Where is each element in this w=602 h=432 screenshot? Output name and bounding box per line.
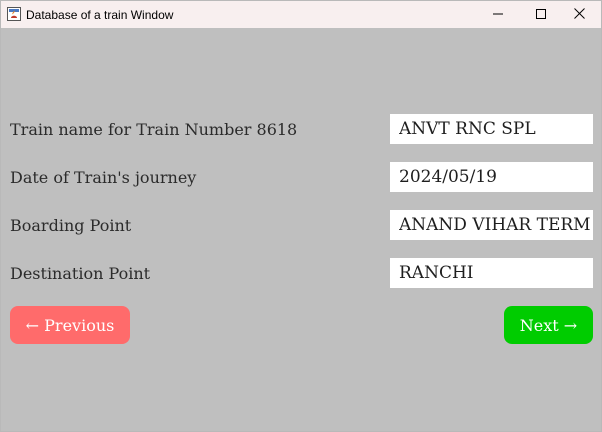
train-name-field[interactable] [390, 114, 593, 144]
minimize-icon [493, 8, 503, 22]
minimize-button[interactable] [476, 1, 520, 28]
boarding-point-field[interactable] [390, 210, 593, 240]
date-field[interactable] [390, 162, 593, 192]
boarding-point-label: Boarding Point [10, 216, 132, 235]
previous-button[interactable]: ← Previous [10, 306, 130, 344]
title-bar[interactable]: Database of a train Window [1, 1, 601, 28]
date-label: Date of Train's journey [10, 168, 197, 187]
window-title: Database of a train Window [26, 8, 174, 22]
next-button[interactable]: Next → [504, 306, 593, 344]
destination-point-label: Destination Point [10, 264, 151, 283]
java-app-icon [7, 7, 21, 21]
close-icon [573, 7, 585, 22]
form-panel: Train name for Train Number 8618 Date of… [1, 28, 601, 431]
close-button[interactable] [557, 1, 601, 28]
train-name-label: Train name for Train Number 8618 [10, 120, 298, 139]
destination-point-field[interactable] [390, 258, 593, 288]
app-window: Database of a train Window Train name fo… [0, 0, 602, 432]
maximize-icon [536, 8, 546, 22]
